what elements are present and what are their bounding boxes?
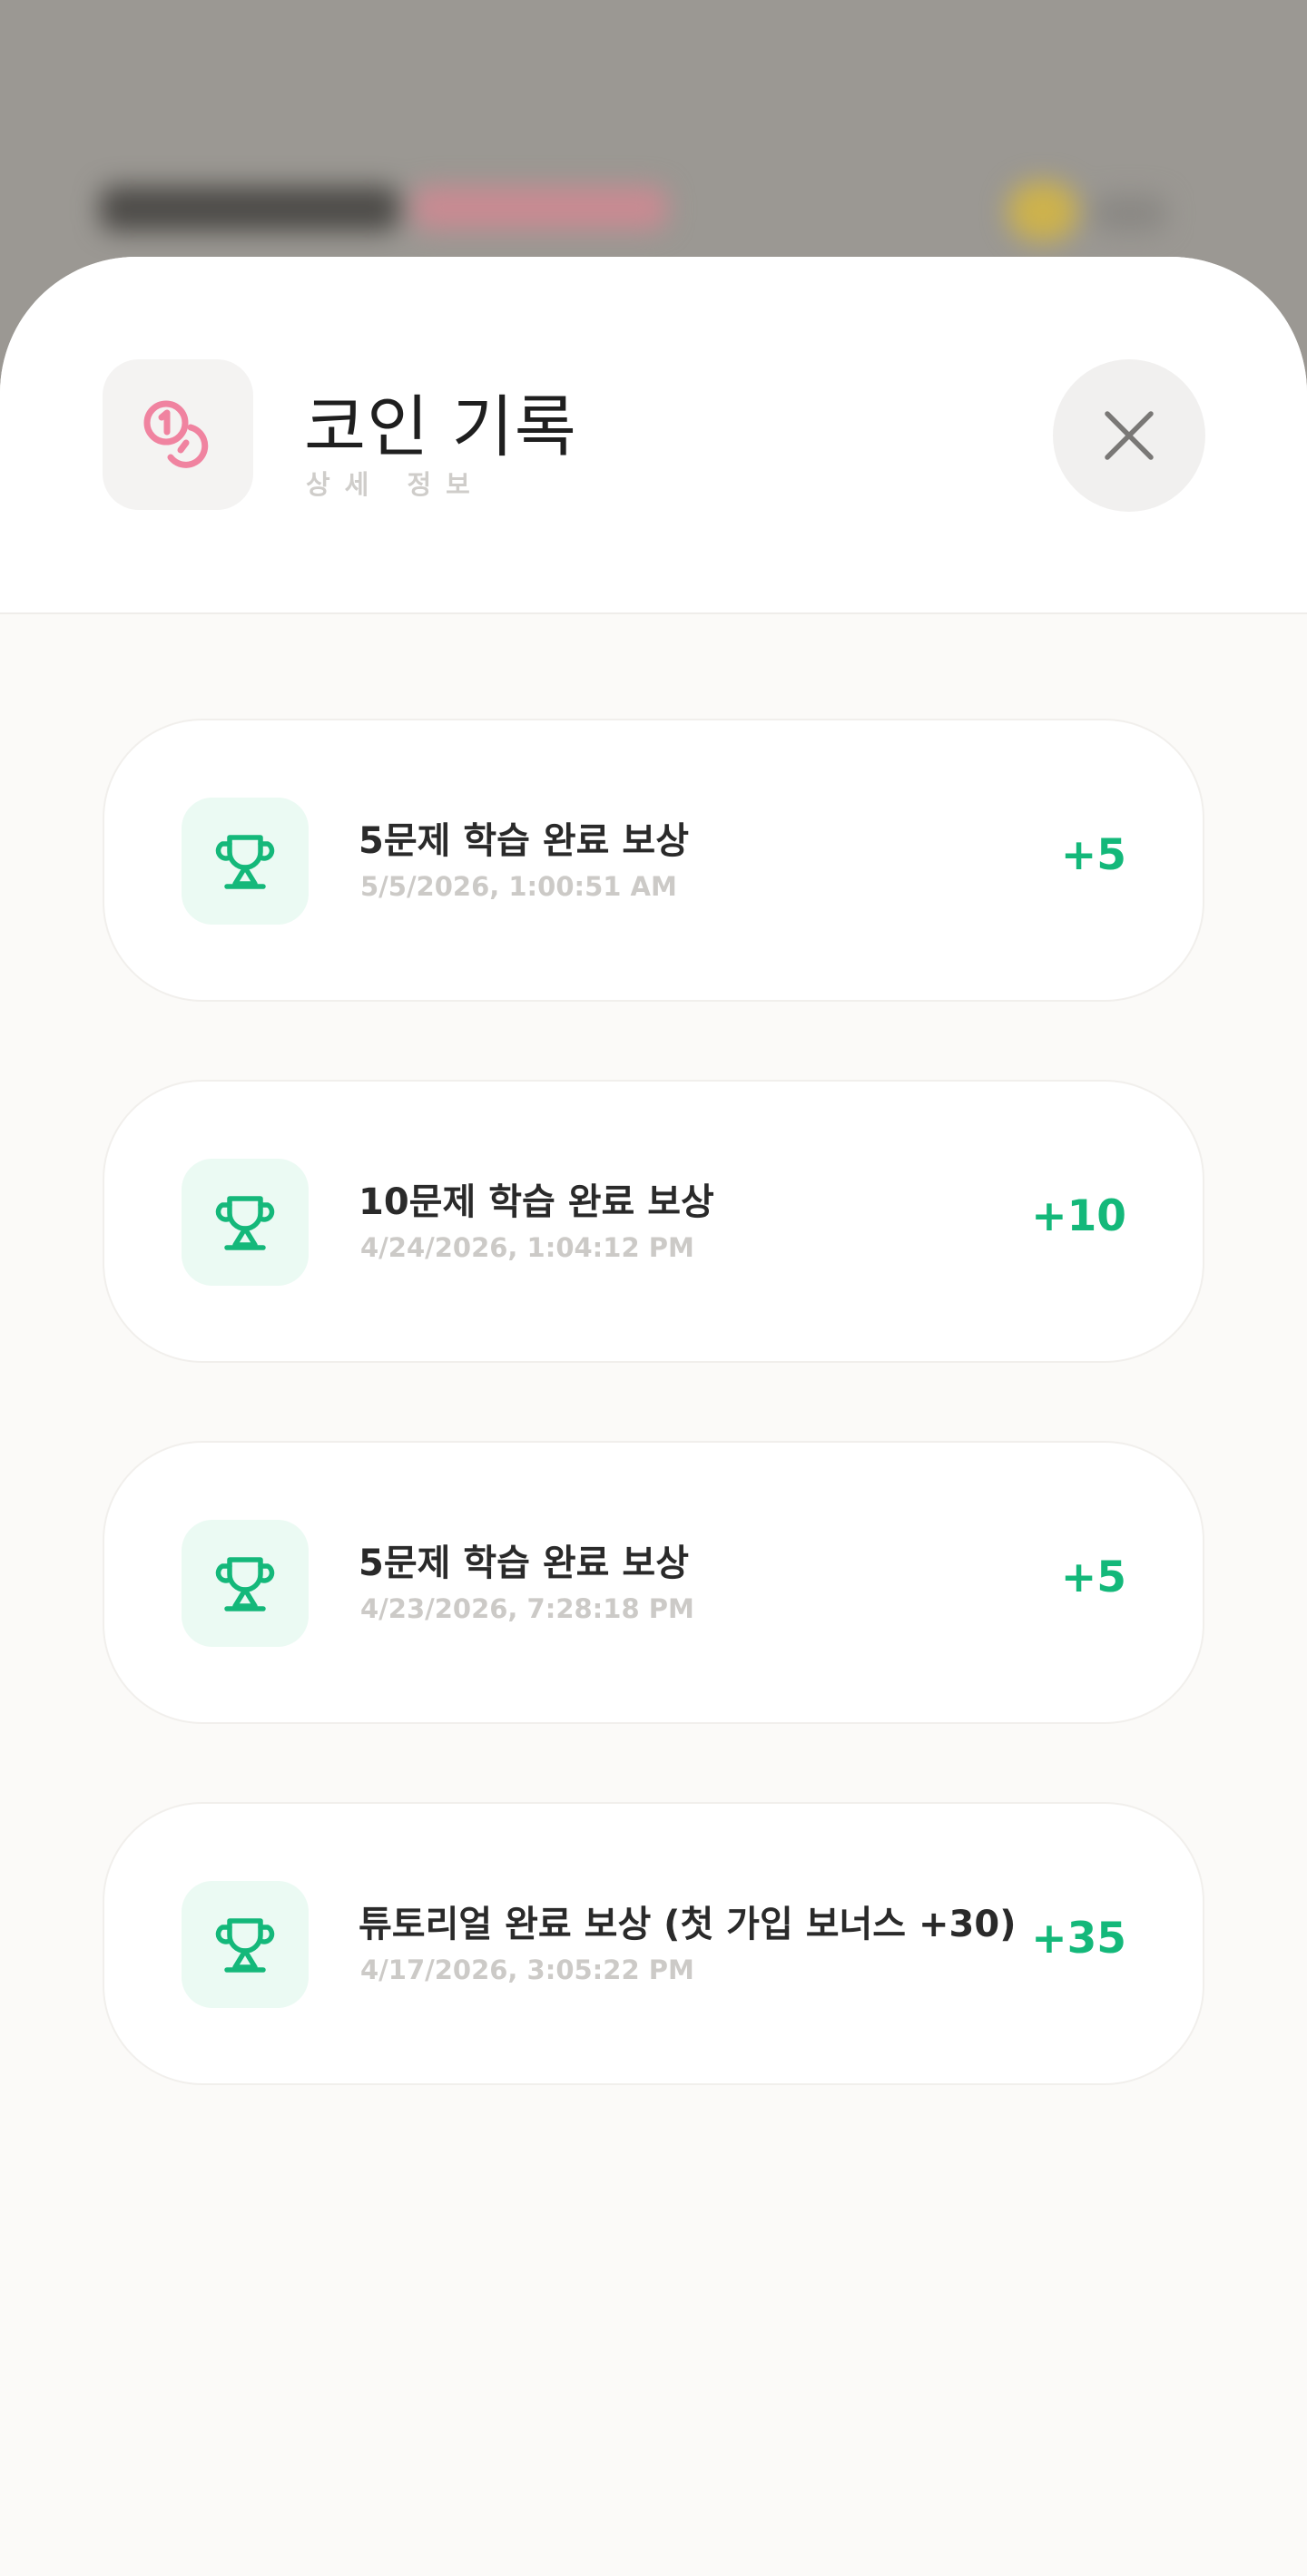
background-title	[100, 186, 399, 231]
reward-date: 4/17/2026, 3:05:22 PM	[360, 1954, 694, 1985]
list-item: 10문제 학습 완료 보상 4/24/2026, 1:04:12 PM +10	[103, 1080, 1204, 1363]
reward-title: 5문제 학습 완료 보상	[359, 1543, 690, 1584]
list-item: 튜토리얼 완료 보상 (첫 가입 보너스 +30) 4/17/2026, 3:0…	[103, 1802, 1204, 2085]
reward-date: 4/24/2026, 1:04:12 PM	[360, 1232, 694, 1263]
trophy-icon	[182, 1159, 309, 1286]
reward-amount: +5	[1060, 1552, 1126, 1602]
background-subtitle	[413, 186, 667, 230]
list-item: 5문제 학습 완료 보상 5/5/2026, 1:00:51 AM +5	[103, 719, 1204, 1002]
reward-amount: +10	[1031, 1191, 1126, 1241]
reward-amount: +5	[1060, 830, 1126, 880]
sheet-subtitle: 상세 정보	[306, 469, 485, 500]
coin-history-list: 5문제 학습 완료 보상 5/5/2026, 1:00:51 AM +5 10문…	[103, 719, 1204, 2163]
reward-date: 4/23/2026, 7:28:18 PM	[360, 1593, 694, 1624]
background-page-header	[0, 0, 1307, 272]
background-coin-icon	[1007, 181, 1078, 241]
list-item: 5문제 학습 완료 보상 4/23/2026, 7:28:18 PM +5	[103, 1441, 1204, 1724]
reward-date: 5/5/2026, 1:00:51 AM	[360, 871, 677, 902]
sheet-header: 코인 기록 상세 정보	[0, 257, 1307, 614]
background-coin-count	[1094, 195, 1166, 231]
sheet-title: 코인 기록	[304, 388, 577, 466]
reward-title: 5문제 학습 완료 보상	[359, 820, 690, 862]
reward-title: 튜토리얼 완료 보상 (첫 가입 보너스 +30)	[359, 1904, 1017, 1945]
trophy-icon	[182, 798, 309, 925]
coins-icon	[103, 359, 253, 510]
coin-history-sheet: 코인 기록 상세 정보 5문제 학습 완료 보상 5/5/2026, 1:00:…	[0, 257, 1307, 2576]
reward-title: 10문제 학습 완료 보상	[359, 1181, 714, 1223]
reward-amount: +35	[1031, 1914, 1126, 1964]
close-icon	[1105, 411, 1154, 460]
close-button[interactable]	[1053, 359, 1205, 512]
trophy-icon	[182, 1881, 309, 2008]
trophy-icon	[182, 1520, 309, 1647]
